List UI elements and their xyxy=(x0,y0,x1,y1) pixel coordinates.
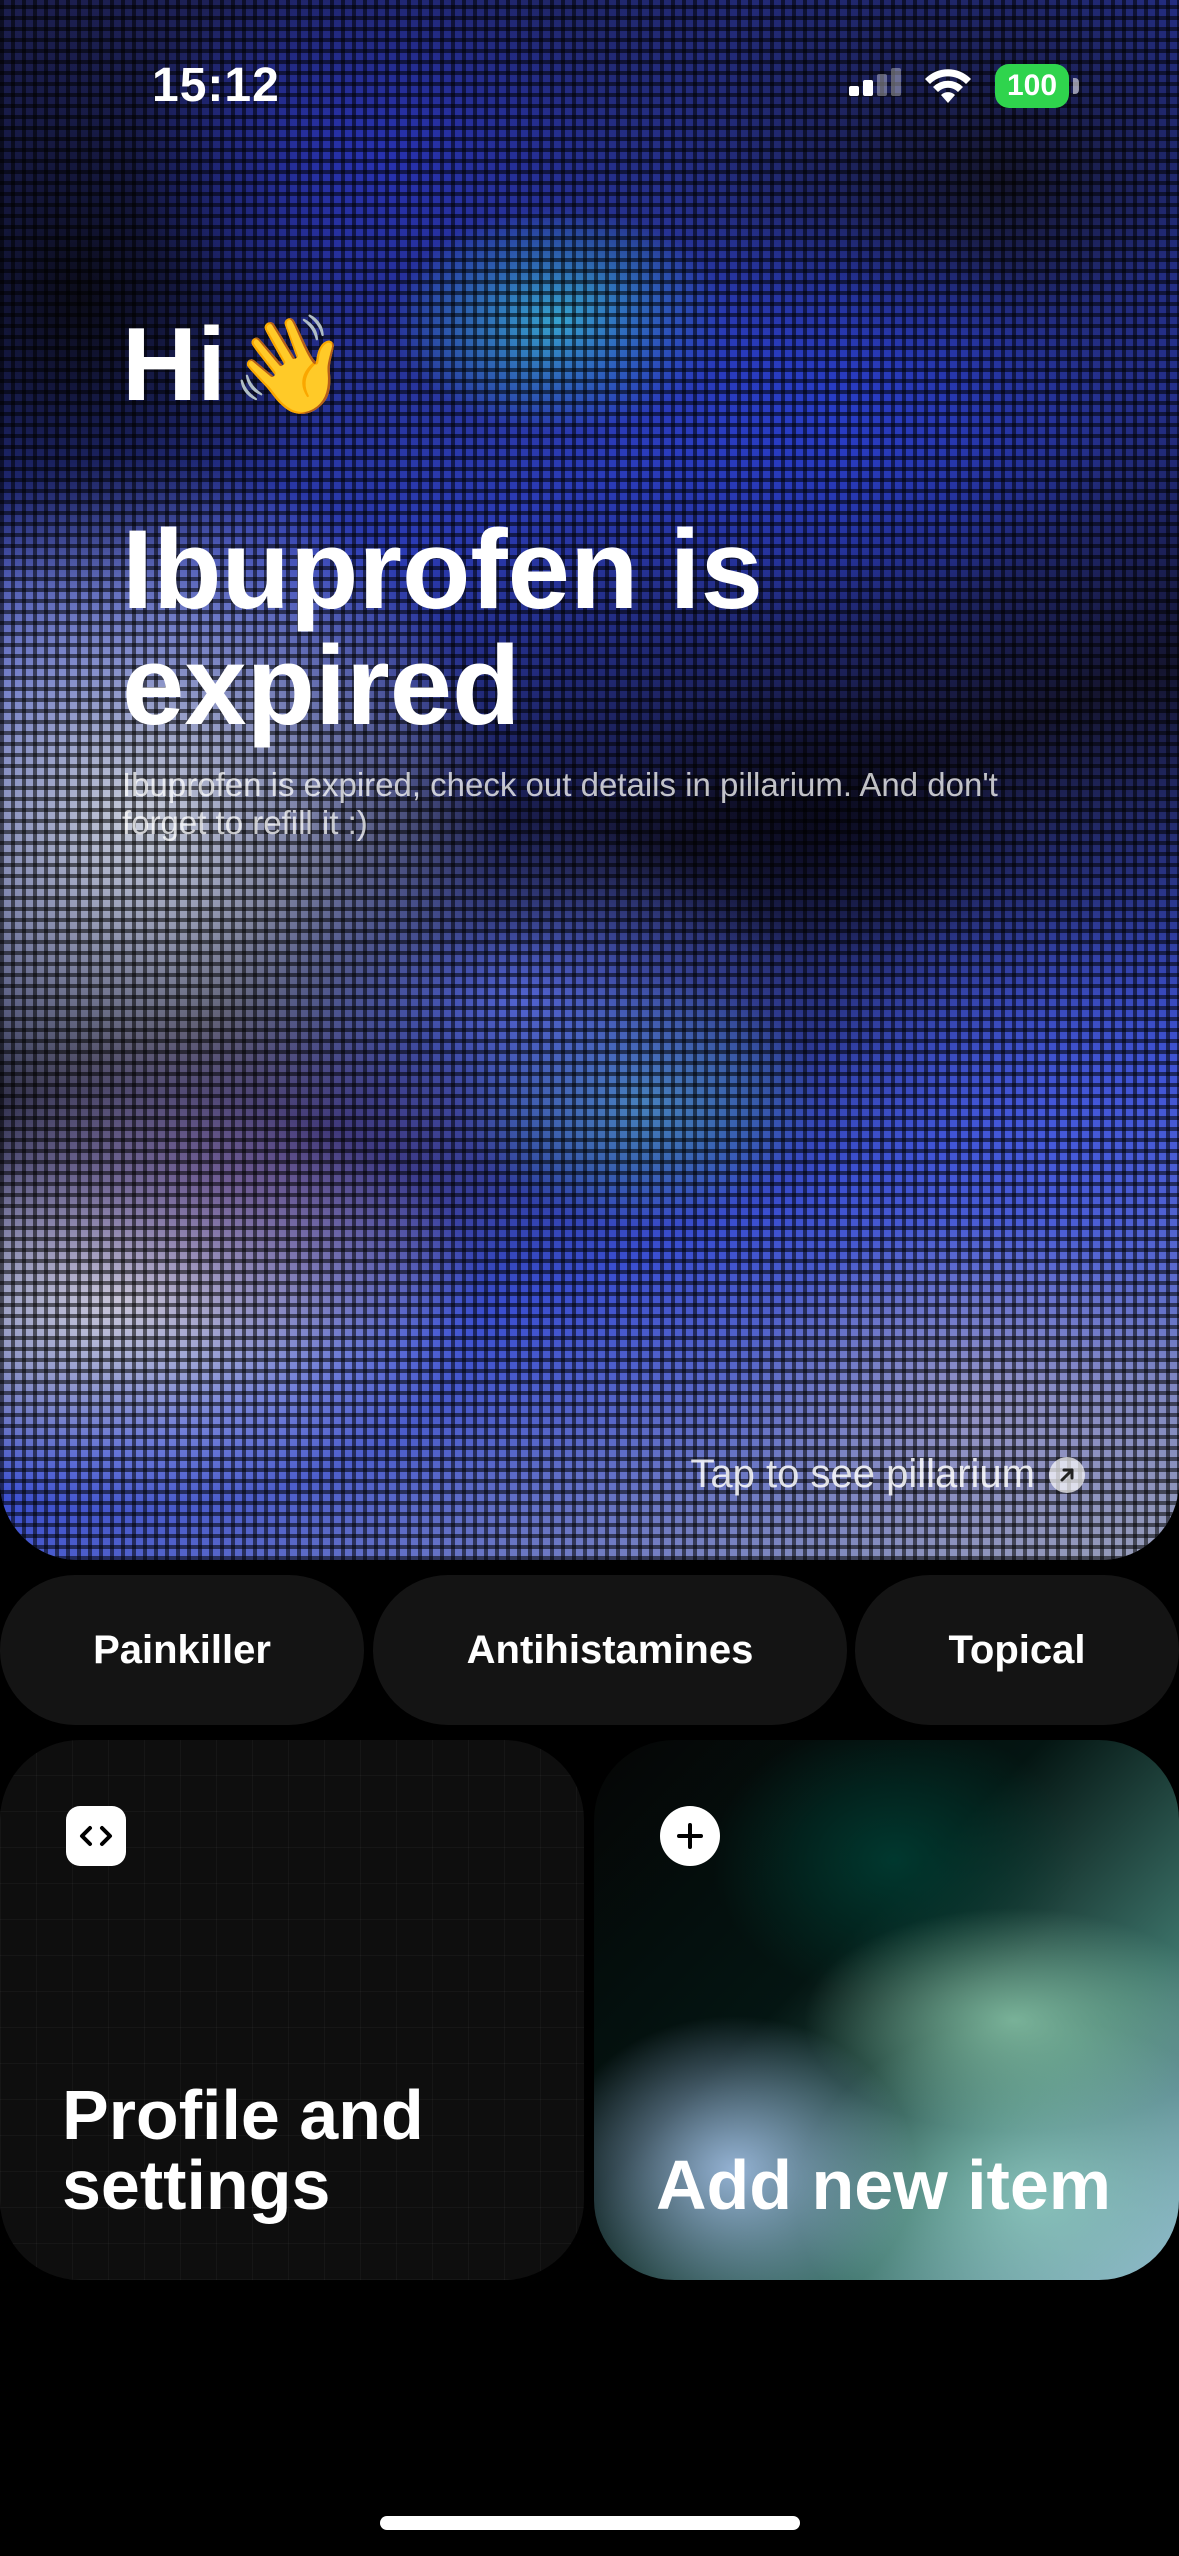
category-chip-painkiller[interactable]: Painkiller xyxy=(0,1575,364,1725)
greeting-text: Hi xyxy=(122,307,226,423)
alert-subtext: Ibuprofen is expired, check out details … xyxy=(122,766,998,841)
code-icon xyxy=(66,1806,126,1866)
battery-level: 100 xyxy=(995,64,1069,108)
add-new-item-card[interactable]: Add new item xyxy=(594,1740,1179,2280)
profile-card-title: Profile and settings xyxy=(62,2076,424,2224)
status-time: 15:12 xyxy=(152,59,280,112)
home-indicator[interactable] xyxy=(380,2516,800,2530)
add-card-title: Add new item xyxy=(656,2146,1112,2224)
cellular-signal-icon xyxy=(849,68,901,96)
battery-tip xyxy=(1073,78,1079,94)
category-chip-topical[interactable]: Topical xyxy=(855,1575,1179,1725)
alert-headline: Ibuprofen is expired xyxy=(122,507,763,748)
waving-hand-icon: 👋 xyxy=(230,311,350,419)
category-chip-antihistamines[interactable]: Antihistamines xyxy=(373,1575,847,1725)
status-bar-indicators: 100 xyxy=(847,64,1079,108)
tap-link-label: Tap to see pillarium xyxy=(690,1452,1035,1496)
tap-to-see-pillarium-link[interactable]: Tap to see pillarium xyxy=(690,1452,1085,1497)
plus-icon xyxy=(660,1806,720,1866)
wifi-icon xyxy=(925,69,971,103)
battery-indicator: 100 xyxy=(995,64,1079,108)
category-chips: Painkiller Antihistamines Topical xyxy=(0,1575,1179,1725)
profile-settings-card[interactable]: Profile and settings xyxy=(0,1740,584,2280)
arrow-up-right-icon xyxy=(1049,1456,1085,1493)
greeting: Hi 👋 xyxy=(122,306,350,425)
